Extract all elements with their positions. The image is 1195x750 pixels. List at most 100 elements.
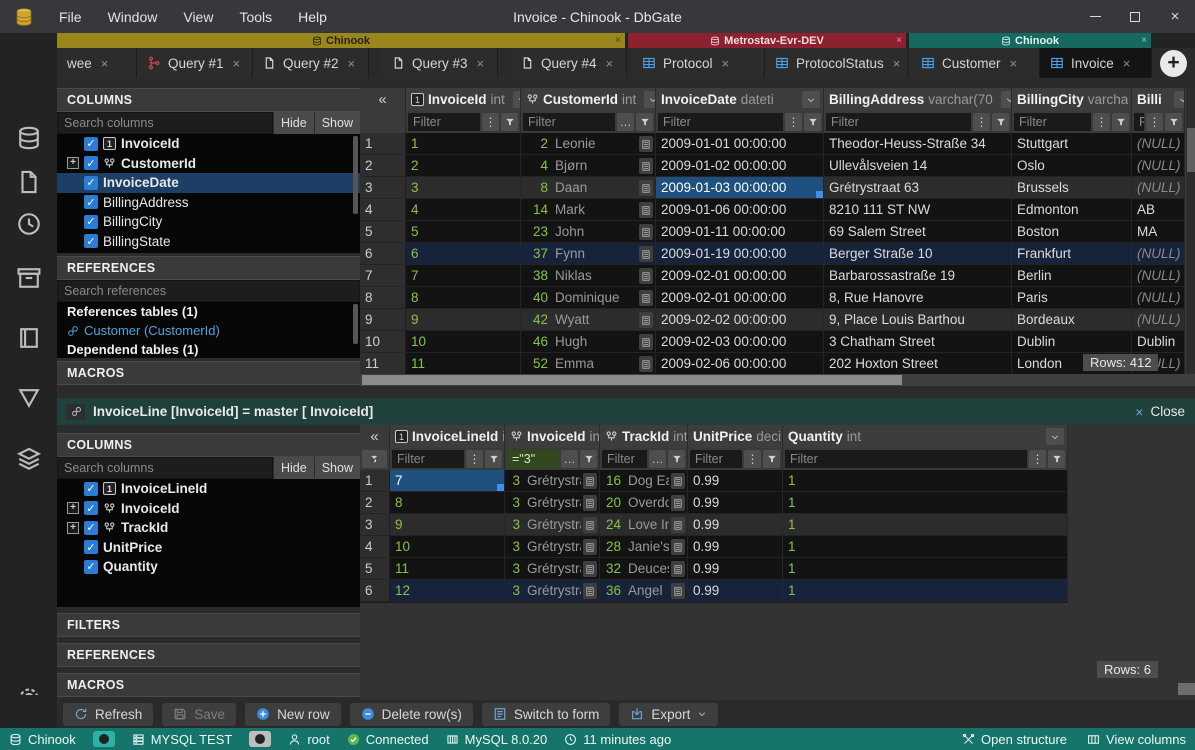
billingcity-cell[interactable]: Berlin — [1012, 265, 1132, 286]
tab-group-3[interactable]: Chinook× — [909, 33, 1151, 48]
new-row-button[interactable]: New row — [245, 703, 341, 726]
column-header-billi[interactable]: Billi — [1132, 88, 1185, 111]
foreign-key-cell[interactable]: 2Leonie — [521, 133, 656, 154]
billingstate-cell[interactable]: AB — [1132, 199, 1185, 220]
column-checkbox[interactable]: ✓ — [84, 521, 98, 535]
rail-file-icon[interactable] — [16, 169, 42, 200]
clear-filters-button[interactable] — [362, 450, 387, 468]
tab-close-icon[interactable]: × — [101, 56, 109, 71]
column-menu-chevron[interactable] — [513, 91, 521, 108]
menu-tools[interactable]: Tools — [226, 0, 285, 33]
collapse-columns-button[interactable]: « — [360, 425, 390, 448]
hide-button[interactable]: Hide — [274, 112, 314, 134]
row-number[interactable]: 4 — [360, 536, 390, 557]
rail-database-icon[interactable] — [16, 125, 42, 156]
unitprice-cell[interactable]: 0.99 — [688, 492, 783, 513]
open-document-button[interactable] — [671, 517, 685, 533]
column-header-invoiceid[interactable]: 1InvoiceIdint — [406, 88, 521, 111]
filter-menu-button[interactable]: ⋮ — [973, 113, 990, 131]
billingaddress-cell[interactable]: Berger Straße 10 — [824, 243, 1012, 264]
rail-funnel-big-icon[interactable] — [16, 385, 42, 416]
column-header-trackid[interactable]: TrackIdint — [600, 425, 688, 448]
status-connected[interactable]: Connected — [347, 732, 429, 747]
tab-query-4[interactable]: Query #4× — [511, 48, 627, 78]
search-input[interactable]: Search columns — [57, 457, 273, 479]
foreign-key-cell[interactable]: 4Bjørn — [521, 155, 656, 176]
vertical-scrollbar[interactable] — [1185, 88, 1195, 374]
filter-input[interactable]: Filter — [392, 450, 464, 468]
status-mysql-8-0-20[interactable]: MySQL 8.0.20 — [446, 732, 548, 747]
billingaddress-cell[interactable]: Theodor-Heuss-Straße 34 — [824, 133, 1012, 154]
rail-archive-icon[interactable] — [16, 265, 42, 296]
status-root[interactable]: root — [288, 732, 329, 747]
delete-row-s--button[interactable]: Delete row(s) — [350, 703, 473, 726]
column-item-invoicedate[interactable]: ✓InvoiceDate — [57, 173, 360, 193]
billingstate-cell[interactable]: (NULL) — [1132, 155, 1185, 176]
invoicelineid-cell[interactable]: 12 — [390, 580, 505, 601]
status-11-minutes-ago[interactable]: 11 minutes ago — [564, 732, 671, 747]
column-header-quantity[interactable]: Quantityint — [783, 425, 1068, 448]
billingcity-cell[interactable]: Dublin — [1012, 331, 1132, 352]
reference-link-customer[interactable]: Customer (CustomerId) — [57, 321, 360, 340]
filter-funnel-button[interactable] — [763, 450, 780, 468]
invoicelineid-cell[interactable]: 9 — [390, 514, 505, 535]
tab-customer[interactable]: Customer× — [911, 48, 1040, 78]
group-close-icon[interactable]: × — [615, 35, 621, 46]
foreign-key-cell[interactable]: 14Mark — [521, 199, 656, 220]
billingstate-cell[interactable]: (NULL) — [1132, 133, 1185, 154]
row-number[interactable]: 5 — [360, 221, 406, 242]
tab-close-icon[interactable]: × — [1123, 56, 1131, 71]
invoiceid-cell[interactable]: 5 — [406, 221, 521, 242]
billingcity-cell[interactable]: Brussels — [1012, 177, 1132, 198]
billingcity-cell[interactable]: Edmonton — [1012, 199, 1132, 220]
foreign-key-cell[interactable]: 37Fynn — [521, 243, 656, 264]
unitprice-cell[interactable]: 0.99 — [688, 470, 783, 491]
detail-scrollbar[interactable] — [1178, 683, 1195, 695]
open-document-button[interactable] — [671, 583, 685, 599]
column-header-unitprice[interactable]: UnitPricedecim — [688, 425, 783, 448]
search-input[interactable]: Search references — [57, 280, 360, 302]
billingaddress-cell[interactable]: 8210 111 ST NW — [824, 199, 1012, 220]
filter-funnel-button[interactable] — [1165, 113, 1182, 131]
open-document-button[interactable] — [671, 561, 685, 577]
selection-handle[interactable] — [816, 191, 823, 198]
detail-close-button[interactable]: × Close — [1135, 404, 1185, 420]
billingstate-cell[interactable]: MA — [1132, 221, 1185, 242]
column-item-invoiceid[interactable]: +✓InvoiceId — [57, 499, 360, 519]
column-header-billingaddress[interactable]: BillingAddressvarchar(70 — [824, 88, 1012, 111]
column-item-billingstate[interactable]: ✓BillingState — [57, 232, 360, 252]
column-item-customerid[interactable]: +✓CustomerId — [57, 154, 360, 174]
list-scrollbar[interactable] — [353, 136, 358, 214]
open-document-button[interactable] — [639, 334, 653, 350]
filter-input[interactable]: Filter — [826, 113, 971, 131]
column-item-billingaddress[interactable]: ✓BillingAddress — [57, 193, 360, 213]
references-section-header[interactable]: REFERENCES — [57, 256, 360, 280]
invoiceid-cell[interactable]: 10 — [406, 331, 521, 352]
status-color-swatch[interactable] — [249, 731, 271, 747]
column-checkbox[interactable]: ✓ — [84, 560, 98, 574]
open-document-button[interactable] — [639, 136, 653, 152]
menu-view[interactable]: View — [170, 0, 226, 33]
foreign-key-cell[interactable]: 40Dominique — [521, 287, 656, 308]
foreign-key-cell[interactable]: 20Overdose — [600, 492, 688, 513]
invoiceid-cell[interactable]: 2 — [406, 155, 521, 176]
foreign-key-cell[interactable]: 16Dog Eat Dog — [600, 470, 688, 491]
tab-close-icon[interactable]: × — [477, 56, 485, 71]
tab-close-icon[interactable]: × — [722, 56, 730, 71]
filter-funnel-button[interactable] — [668, 450, 685, 468]
foreign-key-cell[interactable]: 28Janie's Got A — [600, 536, 688, 557]
foreign-key-cell[interactable]: 46Hugh — [521, 331, 656, 352]
list-scrollbar[interactable] — [353, 304, 358, 344]
unitprice-cell[interactable]: 0.99 — [688, 514, 783, 535]
invoiceid-cell[interactable]: 6 — [406, 243, 521, 264]
restore-button[interactable] — [1115, 0, 1155, 33]
column-checkbox[interactable]: ✓ — [84, 540, 98, 554]
tab-group-1[interactable]: Chinook× — [57, 33, 625, 48]
status-chinook[interactable]: Chinook — [9, 732, 76, 747]
open-document-button[interactable] — [639, 224, 653, 240]
unitprice-cell[interactable]: 0.99 — [688, 536, 783, 557]
invoiceid-cell[interactable]: 8 — [406, 287, 521, 308]
filter-input[interactable]: Filter — [408, 113, 480, 131]
row-number[interactable]: 9 — [360, 309, 406, 330]
filter-input[interactable]: Filter — [658, 113, 783, 131]
